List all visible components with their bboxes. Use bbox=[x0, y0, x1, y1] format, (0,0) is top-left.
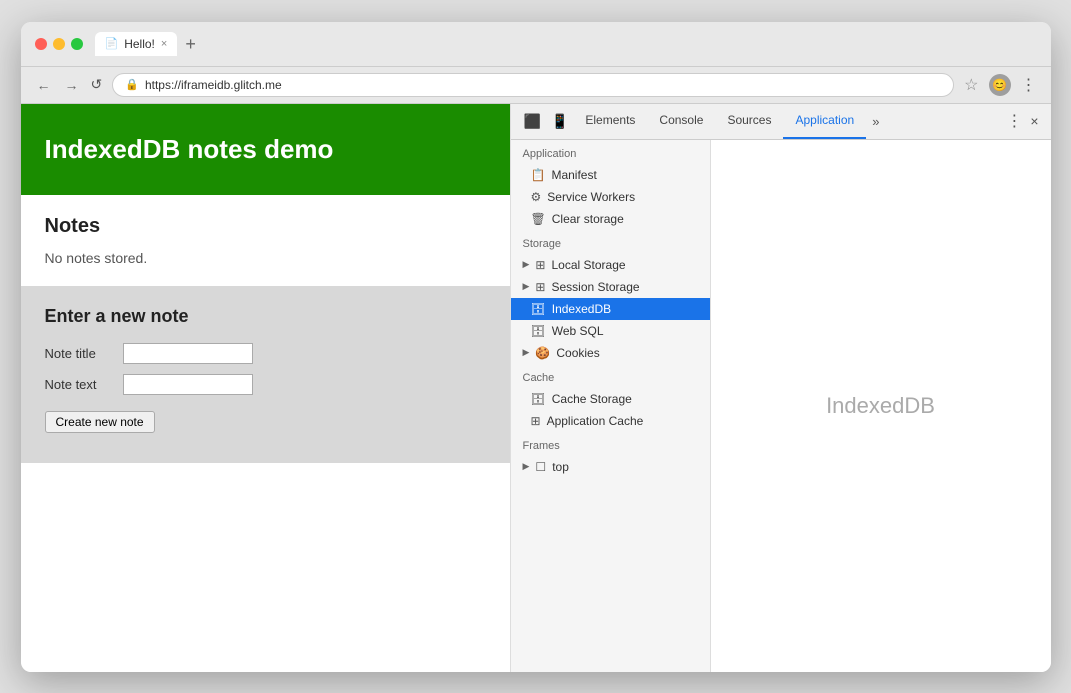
notes-section: Notes No notes stored. bbox=[21, 195, 510, 286]
minimize-traffic-light[interactable] bbox=[53, 38, 65, 50]
webpage-panel: IndexedDB notes demo Notes No notes stor… bbox=[21, 104, 511, 672]
sidebar-item-top-frame[interactable]: ▶ ☐ top bbox=[511, 456, 710, 478]
cookies-label: Cookies bbox=[556, 346, 599, 360]
web-sql-icon: 🗄 bbox=[531, 324, 546, 338]
browser-window: 📄 Hello! × + ← → ↺ 🔒 https://iframeidb.g… bbox=[21, 22, 1051, 672]
page-header: IndexedDB notes demo bbox=[21, 104, 510, 195]
application-cache-label: Application Cache bbox=[547, 414, 644, 428]
notes-heading: Notes bbox=[45, 215, 486, 238]
devtools-options-button[interactable]: ⋮ bbox=[1002, 111, 1026, 131]
refresh-button[interactable]: ↺ bbox=[91, 76, 103, 93]
tab-close-icon[interactable]: × bbox=[161, 38, 167, 50]
tab-sources[interactable]: Sources bbox=[715, 104, 783, 140]
traffic-lights bbox=[35, 38, 83, 50]
forward-button[interactable]: → bbox=[63, 77, 81, 93]
session-storage-expand-icon: ▶ bbox=[523, 281, 530, 292]
browser-menu-button[interactable]: ⋮ bbox=[1021, 75, 1037, 95]
no-notes-text: No notes stored. bbox=[45, 250, 486, 266]
devtools-tabs: Elements Console Sources Application » bbox=[573, 104, 1002, 140]
note-title-input[interactable] bbox=[123, 343, 253, 364]
local-storage-label: Local Storage bbox=[551, 258, 625, 272]
tab-favicon-icon: 📄 bbox=[105, 37, 119, 50]
lock-icon: 🔒 bbox=[125, 78, 139, 91]
devtools-main-area: IndexedDB bbox=[711, 140, 1051, 672]
back-button[interactable]: ← bbox=[35, 77, 53, 93]
new-note-section: Enter a new note Note title Note text Cr… bbox=[21, 286, 510, 463]
devtools-toolbar: ⬛ 📱 Elements Console Sources Application… bbox=[511, 104, 1051, 140]
indexeddb-label: IndexedDB bbox=[552, 302, 611, 316]
clear-storage-icon: 🗑 bbox=[531, 212, 546, 226]
browser-tab[interactable]: 📄 Hello! × bbox=[95, 32, 178, 56]
devtools-sidebar: Application 📋 Manifest ⚙ Service Workers… bbox=[511, 140, 711, 672]
cache-storage-label: Cache Storage bbox=[552, 392, 632, 406]
application-section-label: Application bbox=[511, 140, 710, 164]
session-storage-label: Session Storage bbox=[551, 280, 639, 294]
indexeddb-placeholder-text: IndexedDB bbox=[826, 393, 935, 419]
tab-console[interactable]: Console bbox=[647, 104, 715, 140]
sidebar-item-clear-storage[interactable]: 🗑 Clear storage bbox=[511, 208, 710, 230]
note-title-row: Note title bbox=[45, 343, 486, 364]
note-title-label: Note title bbox=[45, 346, 115, 361]
top-frame-expand-icon: ▶ bbox=[523, 461, 530, 472]
sidebar-item-local-storage[interactable]: ▶ ⊞ Local Storage bbox=[511, 254, 710, 276]
sidebar-item-cache-storage[interactable]: 🗄 Cache Storage bbox=[511, 388, 710, 410]
session-storage-icon: ⊞ bbox=[535, 280, 545, 294]
page-title: IndexedDB notes demo bbox=[45, 134, 486, 165]
web-sql-label: Web SQL bbox=[552, 324, 604, 338]
storage-section-label: Storage bbox=[511, 230, 710, 254]
new-tab-button[interactable]: + bbox=[185, 35, 196, 53]
cookies-expand-icon: ▶ bbox=[523, 347, 530, 358]
clear-storage-label: Clear storage bbox=[552, 212, 624, 226]
sidebar-item-session-storage[interactable]: ▶ ⊞ Session Storage bbox=[511, 276, 710, 298]
devtools-panel: ⬛ 📱 Elements Console Sources Application… bbox=[511, 104, 1051, 672]
frames-section-label: Frames bbox=[511, 432, 710, 456]
device-emulation-button[interactable]: 📱 bbox=[546, 109, 573, 134]
application-cache-icon: ⊞ bbox=[531, 414, 541, 428]
tab-title: Hello! bbox=[124, 37, 155, 51]
page-body: Notes No notes stored. Enter a new note … bbox=[21, 195, 510, 463]
local-storage-icon: ⊞ bbox=[535, 258, 545, 272]
url-text: https://iframeidb.glitch.me bbox=[145, 78, 282, 92]
cache-section-label: Cache bbox=[511, 364, 710, 388]
sidebar-item-indexeddb[interactable]: 🗄 IndexedDB bbox=[511, 298, 710, 320]
new-note-heading: Enter a new note bbox=[45, 306, 486, 327]
sidebar-item-manifest[interactable]: 📋 Manifest bbox=[511, 164, 710, 186]
main-content: IndexedDB notes demo Notes No notes stor… bbox=[21, 104, 1051, 672]
service-workers-icon: ⚙ bbox=[531, 190, 542, 204]
manifest-icon: 📋 bbox=[531, 168, 546, 182]
tab-application[interactable]: Application bbox=[783, 104, 866, 140]
title-bar: 📄 Hello! × + bbox=[21, 22, 1051, 67]
sidebar-item-web-sql[interactable]: 🗄 Web SQL bbox=[511, 320, 710, 342]
top-frame-icon: ☐ bbox=[535, 460, 546, 474]
sidebar-item-cookies[interactable]: ▶ 🍪 Cookies bbox=[511, 342, 710, 364]
service-workers-label: Service Workers bbox=[547, 190, 635, 204]
note-text-input[interactable] bbox=[123, 374, 253, 395]
maximize-traffic-light[interactable] bbox=[71, 38, 83, 50]
create-note-button[interactable]: Create new note bbox=[45, 411, 155, 433]
dock-toggle-button[interactable]: ⬛ bbox=[519, 109, 546, 134]
tab-elements[interactable]: Elements bbox=[573, 104, 647, 140]
local-storage-expand-icon: ▶ bbox=[523, 259, 530, 270]
sidebar-item-application-cache[interactable]: ⊞ Application Cache bbox=[511, 410, 710, 432]
tab-bar: 📄 Hello! × + bbox=[95, 32, 1037, 56]
url-field[interactable]: 🔒 https://iframeidb.glitch.me bbox=[112, 73, 954, 97]
note-text-label: Note text bbox=[45, 377, 115, 392]
sidebar-item-service-workers[interactable]: ⚙ Service Workers bbox=[511, 186, 710, 208]
cookies-icon: 🍪 bbox=[535, 346, 550, 360]
note-text-row: Note text bbox=[45, 374, 486, 395]
bookmark-button[interactable]: ☆ bbox=[964, 75, 978, 95]
profile-button[interactable]: 😊 bbox=[989, 74, 1011, 96]
close-traffic-light[interactable] bbox=[35, 38, 47, 50]
cache-storage-icon: 🗄 bbox=[531, 392, 546, 406]
more-tabs-button[interactable]: » bbox=[866, 114, 885, 129]
manifest-label: Manifest bbox=[551, 168, 596, 182]
devtools-close-button[interactable]: × bbox=[1026, 113, 1042, 129]
top-frame-label: top bbox=[552, 460, 569, 474]
devtools-body: Application 📋 Manifest ⚙ Service Workers… bbox=[511, 140, 1051, 672]
indexeddb-icon: 🗄 bbox=[531, 302, 546, 316]
address-bar: ← → ↺ 🔒 https://iframeidb.glitch.me ☆ 😊 … bbox=[21, 67, 1051, 104]
